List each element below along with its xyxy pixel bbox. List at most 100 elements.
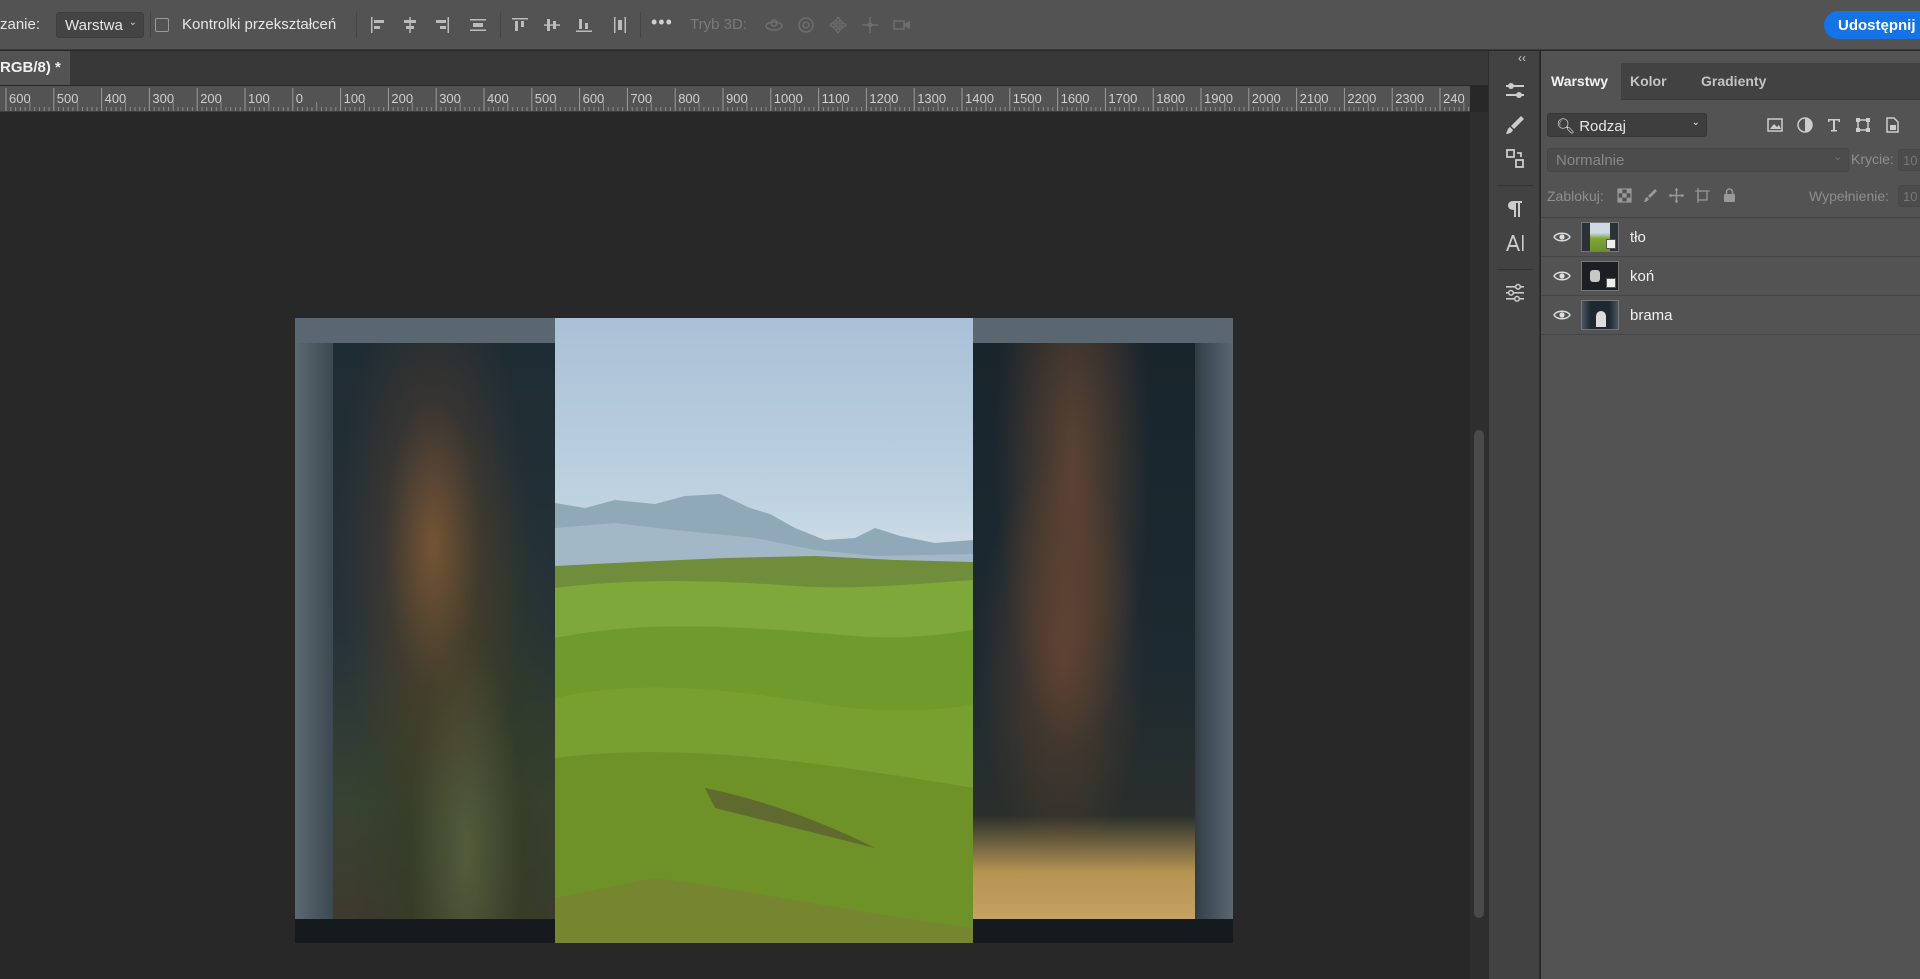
orbit-3d-icon[interactable] — [764, 15, 784, 35]
opacity-field[interactable]: 10 — [1898, 149, 1920, 171]
landscape-image — [555, 318, 973, 943]
auto-select-label: zanie: — [0, 16, 41, 33]
layer-row-kon[interactable]: koń — [1541, 257, 1920, 296]
lock-transparent-icon[interactable] — [1616, 187, 1633, 204]
lock-artboard-icon[interactable] — [1694, 187, 1711, 204]
clone-source-icon[interactable] — [1503, 147, 1527, 171]
ruler-tick-label: 300 — [439, 91, 461, 106]
paragraph-icon[interactable] — [1503, 197, 1527, 221]
divider — [640, 12, 641, 38]
ruler-tick-label: 0 — [295, 91, 304, 106]
ruler-tick-label: 2100 — [1299, 91, 1329, 106]
brush-settings-icon[interactable] — [1503, 113, 1527, 137]
pan-3d-icon[interactable] — [828, 15, 848, 35]
divider — [1497, 185, 1533, 186]
ruler-tick-label: 100 — [343, 91, 366, 106]
ruler-tick-label: 700 — [630, 91, 653, 106]
opacity-label: Krycie: — [1851, 151, 1894, 167]
ruler-tick-label: 1400 — [965, 91, 994, 106]
filter-pixel-icon[interactable] — [1766, 116, 1784, 134]
align-vertical-center-icon[interactable] — [542, 15, 562, 35]
ruler-tick-label: 1600 — [1060, 91, 1090, 106]
layer-row-brama[interactable]: brama — [1541, 296, 1920, 335]
ruler-tick-label: 2300 — [1395, 91, 1425, 106]
stones-top-right — [973, 318, 1233, 343]
fill-label: Wypełnienie: — [1809, 188, 1890, 204]
properties-icon[interactable] — [1503, 79, 1527, 103]
align-left-icon[interactable] — [368, 15, 388, 35]
character-icon[interactable] — [1503, 231, 1527, 255]
adjustments-icon[interactable] — [1503, 281, 1527, 305]
ruler-tick-label: 2000 — [1251, 91, 1281, 106]
slide-3d-icon[interactable] — [860, 15, 880, 35]
ruler-tick-label: 500 — [534, 91, 557, 106]
roll-3d-icon[interactable] — [796, 15, 816, 35]
layers-panel: Warstwy Kolor Gradienty 🔍︎ Rodzaj ⌄ Norm… — [1541, 51, 1920, 979]
ruler-tick-label: 800 — [678, 91, 700, 106]
document-canvas[interactable] — [295, 318, 1233, 943]
filter-type-icon[interactable] — [1825, 116, 1843, 134]
ruler-tick-label: 1300 — [917, 91, 947, 106]
layer-name[interactable]: tło — [1630, 229, 1646, 246]
lock-all-icon[interactable] — [1721, 187, 1738, 204]
lock-position-icon[interactable] — [1668, 187, 1685, 204]
ruler-tick-label: 1800 — [1156, 91, 1186, 106]
ruler-tick-label: 1500 — [1012, 91, 1042, 106]
tab-gradients[interactable]: Gradienty — [1691, 63, 1781, 100]
auto-select-dropdown[interactable]: Warstwa ⌄ — [56, 12, 144, 38]
ruler-tick-label: 1200 — [869, 91, 899, 106]
collapse-panels-icon[interactable]: ‹‹ — [1518, 51, 1526, 65]
layer-row-tlo[interactable]: tło — [1541, 218, 1920, 257]
tab-color[interactable]: Kolor — [1630, 63, 1690, 100]
ruler-tick-label: 400 — [104, 91, 127, 106]
ruler-tick-label: 400 — [487, 91, 509, 106]
layer-thumbnail — [1581, 222, 1619, 252]
ruler-tick-label: 600 — [582, 91, 605, 106]
layer-filter-dropdown[interactable]: 🔍︎ Rodzaj ⌄ — [1547, 113, 1707, 137]
ruler-tick-label: 200 — [391, 91, 414, 106]
scrollbar-thumb[interactable] — [1474, 430, 1484, 918]
lock-pixels-icon[interactable] — [1642, 187, 1659, 204]
ruler-tick-label: 2200 — [1347, 91, 1377, 106]
panel-tabs: Warstwy Kolor Gradienty — [1541, 63, 1920, 100]
ruler-tick-label: 600 — [9, 91, 31, 106]
mode-3d-label: Tryb 3D: — [690, 16, 747, 33]
document-tab[interactable]: RGB/8) * — [0, 51, 70, 85]
eye-icon[interactable] — [1553, 229, 1571, 245]
distribute-horizontal-icon[interactable] — [468, 15, 488, 35]
ruler-tick-label: 300 — [152, 91, 175, 106]
share-button[interactable]: Udostępnij — [1824, 11, 1920, 39]
ruler-tick-label: 240 — [1443, 91, 1465, 106]
align-right-icon[interactable] — [432, 15, 452, 35]
distribute-vertical-icon[interactable] — [610, 15, 630, 35]
ruler-tick-label: 1100 — [821, 91, 850, 106]
ruler-tick-label: 1900 — [1204, 91, 1233, 106]
vertical-scrollbar[interactable] — [1470, 112, 1488, 979]
layer-name[interactable]: koń — [1630, 268, 1654, 285]
more-options-icon[interactable]: ••• — [651, 12, 673, 33]
eye-icon[interactable] — [1553, 268, 1571, 284]
horizontal-ruler[interactable]: 600 500 400 300 200 100 0 100 200 300 400 500 600 700… — [0, 86, 1470, 112]
filter-smart-object-icon[interactable] — [1883, 116, 1901, 134]
blend-mode-dropdown[interactable]: Normalnie ⌄ — [1547, 148, 1849, 172]
align-bottom-icon[interactable] — [574, 15, 594, 35]
tab-layers[interactable]: Warstwy — [1541, 63, 1621, 100]
filter-shape-icon[interactable] — [1854, 116, 1872, 134]
align-top-icon[interactable] — [510, 15, 530, 35]
divider — [356, 12, 357, 38]
stones-top-left — [295, 318, 555, 343]
layer-thumbnail — [1581, 300, 1619, 330]
filter-adjustment-icon[interactable] — [1796, 116, 1814, 134]
divider — [1497, 269, 1533, 270]
ruler-tick-label: 1000 — [773, 91, 803, 106]
layer-filter-value: Rodzaj — [1579, 118, 1626, 135]
ruler-tick-label: 200 — [200, 91, 222, 106]
ruler-tick-label: 1700 — [1108, 91, 1138, 106]
layer-name[interactable]: brama — [1630, 307, 1673, 324]
transform-controls-checkbox[interactable] — [155, 18, 169, 32]
eye-icon[interactable] — [1553, 307, 1571, 323]
divider — [500, 12, 501, 38]
fill-field[interactable]: 10 — [1898, 185, 1920, 207]
align-horizontal-center-icon[interactable] — [400, 15, 420, 35]
camera-3d-icon[interactable] — [892, 15, 912, 35]
